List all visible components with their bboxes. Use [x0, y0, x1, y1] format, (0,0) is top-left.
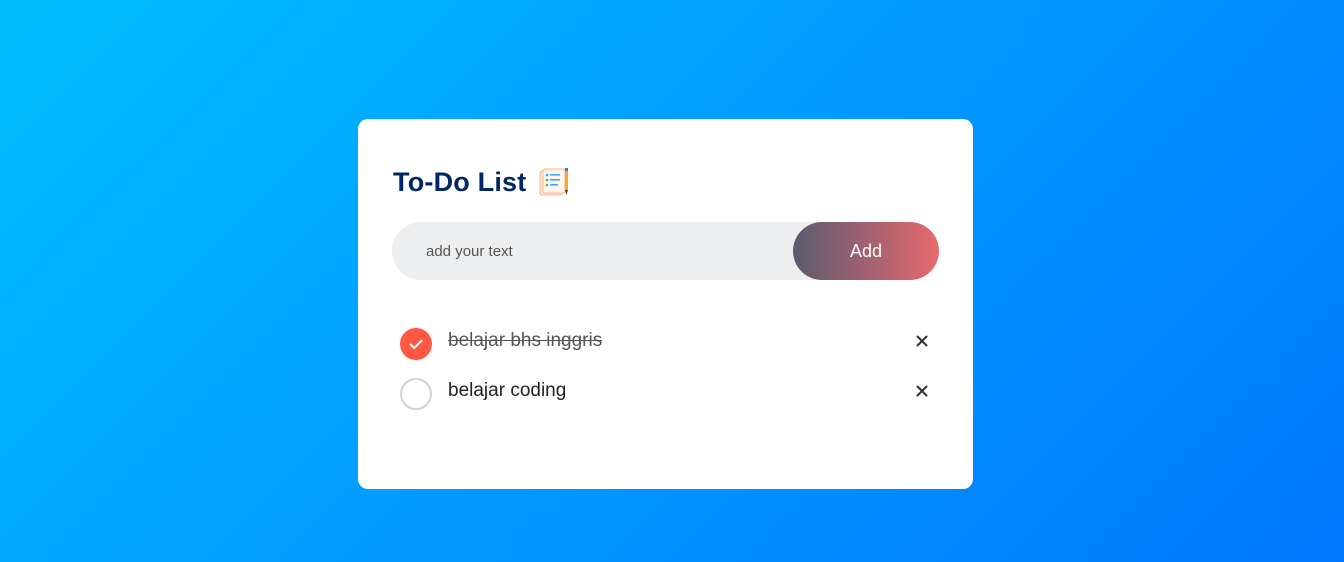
todo-list: belajar bhs inggris belajar coding	[400, 319, 940, 419]
page-title: To-Do List	[393, 166, 527, 197]
unchecked-checkbox[interactable]	[400, 378, 432, 410]
title-row: To-Do List	[393, 165, 570, 199]
close-icon[interactable]	[912, 381, 932, 401]
todo-text: belajar bhs inggris	[448, 330, 603, 351]
checkmark-icon	[409, 339, 423, 349]
input-row: Add	[392, 222, 939, 280]
checked-checkbox[interactable]	[400, 328, 432, 360]
close-icon[interactable]	[912, 331, 932, 351]
add-button[interactable]: Add	[793, 222, 939, 280]
todo-text: belajar coding	[448, 380, 567, 401]
todo-input[interactable]	[392, 222, 793, 280]
todo-card: To-Do List Add	[358, 119, 973, 489]
list-item[interactable]: belajar bhs inggris	[400, 319, 940, 369]
notepad-checklist-icon	[538, 167, 570, 197]
list-item[interactable]: belajar coding	[400, 369, 940, 419]
